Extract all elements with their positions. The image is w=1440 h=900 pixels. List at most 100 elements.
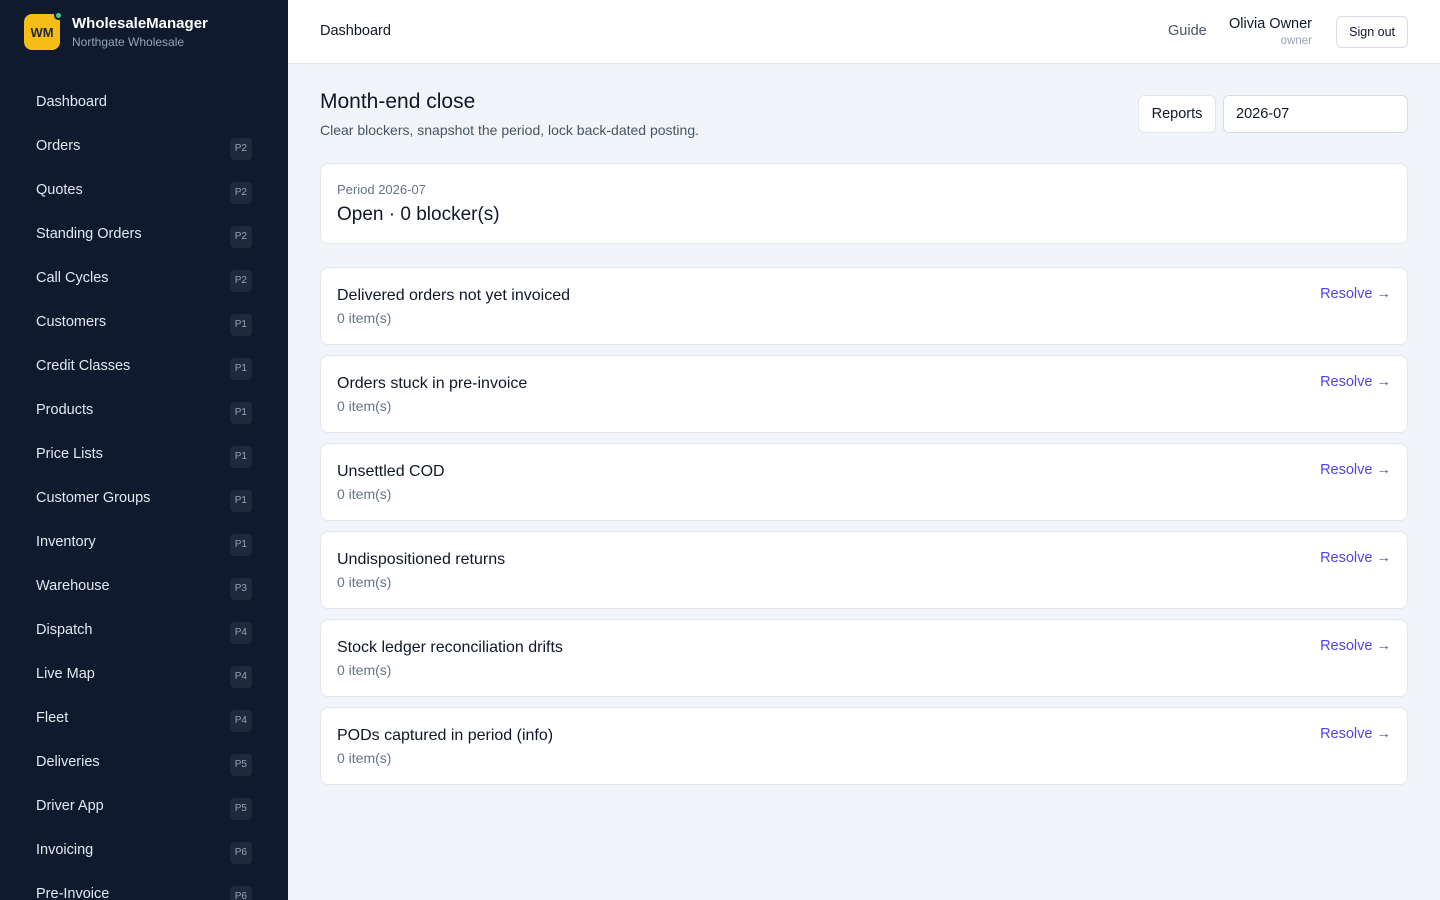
brand[interactable]: WM WholesaleManager Northgate Wholesale [24,11,208,50]
user-info: Olivia Owner owner [1229,15,1312,49]
period-summary-card: Period 2026-07 Open · 0 blocker(s) [320,163,1408,244]
blocker-count: 0 item(s) [337,398,392,414]
phase-badge: P4 [229,622,252,644]
app-logo: WM [24,11,63,50]
period-label: Period 2026-07 [337,182,426,197]
phase-badge: P1 [229,490,252,512]
phase-badge: P2 [229,226,252,248]
sidebar-item-label: Inventory [36,534,96,550]
user-name: Olivia Owner [1229,16,1312,32]
sidebar-item-label: Customer Groups [36,490,151,506]
sidebar-item-label: Dispatch [36,622,93,638]
phase-badge: P1 [229,534,252,556]
sidebar-item-label: Dashboard [36,94,107,110]
sidebar-item-customer-groups[interactable]: Customer Groups P1 [20,476,268,520]
sidebar-item-label: Warehouse [36,578,110,594]
resolve-link[interactable]: Resolve → [1320,286,1391,302]
blocker-title: Delivered orders not yet invoiced [337,287,571,304]
sidebar-item-label: Customers [36,314,107,330]
sidebar-item-label: Quotes [36,182,83,198]
sign-out-button[interactable]: Sign out [1336,16,1408,48]
page-subtitle: Clear blockers, snapshot the period, loc… [320,122,699,138]
sidebar-item-quotes[interactable]: Quotes P2 [20,168,268,212]
online-status-dot [54,11,63,20]
sidebar-item-credit-classes[interactable]: Credit Classes P1 [20,344,268,388]
phase-badge: P4 [229,666,252,688]
sidebar-item-label: Price Lists [36,446,103,462]
sidebar-item-label: Standing Orders [36,226,142,242]
phase-badge: P2 [229,270,252,292]
sidebar-item-inventory[interactable]: Inventory P1 [20,520,268,564]
sidebar-item-invoicing[interactable]: Invoicing P6 [20,828,268,872]
blocker-count: 0 item(s) [337,310,392,326]
sidebar-item-customers[interactable]: Customers P1 [20,300,268,344]
blocker-title: Unsettled COD [337,463,445,480]
sidebar-item-label: Live Map [36,666,95,682]
sidebar-item-label: Credit Classes [36,358,131,374]
sidebar-item-label: Call Cycles [36,270,109,286]
reports-button[interactable]: Reports [1138,95,1216,133]
phase-badge: P6 [229,886,252,900]
sidebar-item-dispatch[interactable]: Dispatch P4 [20,608,268,652]
org-name: Northgate Wholesale [72,34,185,49]
sidebar-item-warehouse[interactable]: Warehouse P3 [20,564,268,608]
sidebar-item-deliveries[interactable]: Deliveries P5 [20,740,268,784]
sidebar-item-label: Orders [36,138,81,154]
brand-text: WholesaleManager Northgate Wholesale [72,15,208,50]
phase-badge: P2 [229,138,252,160]
phase-badge: P6 [229,842,252,864]
blocker-title: Stock ledger reconciliation drifts [337,639,563,656]
page-title: Month-end close [320,90,476,113]
sidebar-item-label: Deliveries [36,754,100,770]
sidebar-item-label: Invoicing [36,842,94,858]
blocker-title: Orders stuck in pre-invoice [337,375,528,392]
sidebar-item-price-lists[interactable]: Price Lists P1 [20,432,268,476]
blocker-pods-captured: PODs captured in period (info) 0 item(s)… [320,707,1408,785]
phase-badge: P5 [229,798,252,820]
sidebar-item-label: Driver App [36,798,104,814]
blocker-undispositioned-returns: Undispositioned returns 0 item(s) Resolv… [320,531,1408,609]
blocker-count: 0 item(s) [337,574,392,590]
app-name: WholesaleManager [72,14,208,32]
sidebar-item-label: Pre-Invoice [36,886,110,900]
sidebar-item-orders[interactable]: Orders P2 [20,124,268,168]
period-input[interactable] [1223,95,1408,133]
page-header: Month-end close Clear blockers, snapshot… [320,64,1408,163]
breadcrumb[interactable]: Dashboard [320,23,391,39]
sidebar-item-fleet[interactable]: Fleet P4 [20,696,268,740]
main-content: Month-end close Clear blockers, snapshot… [320,64,1408,795]
sidebar-item-dashboard[interactable]: Dashboard [20,80,268,124]
guide-link[interactable]: Guide [1168,23,1207,39]
sidebar-item-live-map[interactable]: Live Map P4 [20,652,268,696]
resolve-link[interactable]: Resolve → [1320,726,1391,742]
phase-badge: P1 [229,358,252,380]
resolve-link[interactable]: Resolve → [1320,374,1391,390]
sidebar-item-label: Fleet [36,710,69,726]
blocker-unsettled-cod: Unsettled COD 0 item(s) Resolve → [320,443,1408,521]
blocker-stuck-pre-invoice: Orders stuck in pre-invoice 0 item(s) Re… [320,355,1408,433]
blocker-title: Undispositioned returns [337,551,506,568]
blocker-count: 0 item(s) [337,750,392,766]
sidebar-item-label: Products [36,402,94,418]
sidebar-nav: Dashboard Orders P2 Quotes P2 Standing O… [20,80,268,900]
sidebar-item-call-cycles[interactable]: Call Cycles P2 [20,256,268,300]
phase-badge: P3 [229,578,252,600]
sidebar-item-products[interactable]: Products P1 [20,388,268,432]
sidebar-item-standing-orders[interactable]: Standing Orders P2 [20,212,268,256]
sidebar: WM WholesaleManager Northgate Wholesale … [0,0,288,900]
phase-badge: P1 [229,314,252,336]
blocker-count: 0 item(s) [337,486,392,502]
user-role: owner [1280,35,1312,47]
logo-text: WM [30,24,54,40]
blocker-stock-ledger-drifts: Stock ledger reconciliation drifts 0 ite… [320,619,1408,697]
sidebar-item-pre-invoice[interactable]: Pre-Invoice P6 [20,872,268,900]
resolve-link[interactable]: Resolve → [1320,462,1391,478]
blocker-list: Delivered orders not yet invoiced 0 item… [320,267,1408,785]
resolve-link[interactable]: Resolve → [1320,550,1391,566]
resolve-link[interactable]: Resolve → [1320,638,1391,654]
sidebar-item-driver-app[interactable]: Driver App P5 [20,784,268,828]
blocker-count: 0 item(s) [337,662,392,678]
phase-badge: P5 [229,754,252,776]
phase-badge: P2 [229,182,252,204]
phase-badge: P1 [229,402,252,424]
